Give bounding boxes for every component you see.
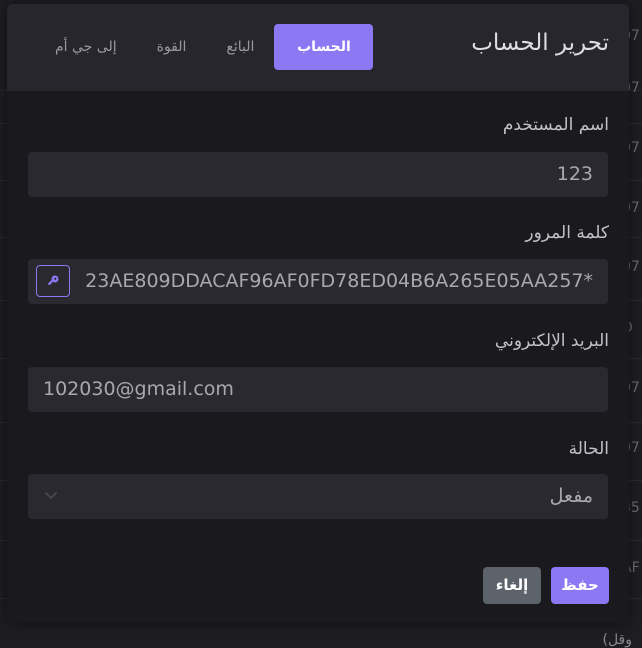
status-select[interactable]: مفعل bbox=[28, 474, 608, 519]
cancel-button[interactable]: إلغاء bbox=[483, 567, 541, 604]
username-label: اسم المستخدم bbox=[502, 115, 609, 135]
email-label: البريد الإلكتروني bbox=[494, 331, 609, 351]
tab-gm[interactable]: إلى جي أم bbox=[35, 24, 137, 70]
password-label: كلمة المرور bbox=[525, 223, 609, 243]
generate-password-button[interactable] bbox=[36, 265, 70, 297]
password-value-text: 23AE809DDACAF96AF0FD78ED04B6A265E05AA257… bbox=[85, 270, 593, 292]
edit-account-modal: تحرير الحساب إلى جي أم القوة البائع الحس… bbox=[7, 4, 629, 623]
modal-title: تحرير الحساب bbox=[471, 30, 609, 56]
chevron-down-icon bbox=[45, 492, 57, 499]
email-field[interactable]: 102030@gmail.com bbox=[28, 367, 608, 412]
tab-bar: إلى جي أم القوة البائع الحساب bbox=[35, 24, 374, 70]
bg-bottom-fragment: (وقل bbox=[602, 632, 632, 648]
tab-seller[interactable]: البائع bbox=[206, 24, 274, 70]
status-label: الحالة bbox=[568, 439, 609, 459]
username-value: 123 bbox=[556, 163, 593, 185]
email-value: 102030@gmail.com bbox=[43, 378, 234, 400]
modal-body: اسم المستخدم 123 كلمة المرور 23AE809DDAC… bbox=[7, 91, 629, 623]
save-button[interactable]: حفظ bbox=[551, 567, 609, 604]
password-value: 23AE809DDACAF96AF0FD78ED04B6A265E05AA257… bbox=[85, 259, 593, 304]
status-value: مفعل bbox=[549, 485, 593, 507]
tab-power[interactable]: القوة bbox=[137, 24, 207, 70]
key-icon bbox=[47, 275, 59, 286]
username-field[interactable]: 123 bbox=[28, 152, 608, 197]
password-field[interactable]: 23AE809DDACAF96AF0FD78ED04B6A265E05AA257… bbox=[28, 259, 608, 304]
tab-account[interactable]: الحساب bbox=[274, 24, 374, 70]
